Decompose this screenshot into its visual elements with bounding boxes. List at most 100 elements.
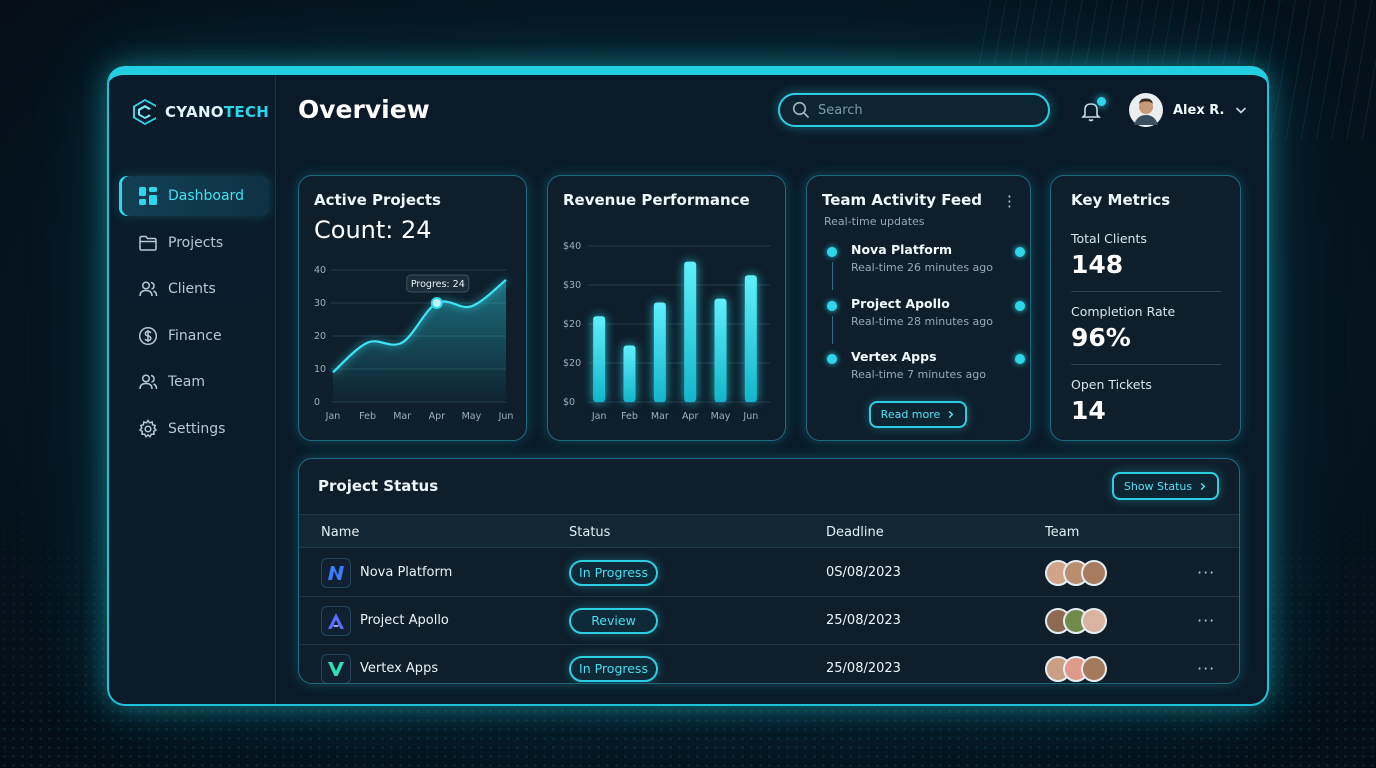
status-badge: In Progress (569, 559, 658, 586)
sidebar-item-label: Finance (168, 327, 222, 344)
activity-time: Real-time 28 minutes ago (851, 314, 994, 328)
app-name: CYANOTECH (165, 103, 270, 121)
chevron-right-icon (948, 410, 954, 419)
y-tick-label: 30 (314, 298, 326, 309)
y-tick-label: $20 (563, 358, 581, 369)
team-avatars (1045, 559, 1107, 586)
card-title: Project Status (318, 477, 439, 495)
gear-icon (138, 419, 158, 438)
notification-badge (1097, 97, 1106, 106)
project-logo (321, 557, 351, 588)
logo-icon (133, 99, 156, 125)
sidebar-item-settings[interactable]: Settings (119, 409, 269, 449)
x-tick-label: Mar (651, 411, 669, 422)
x-tick-label: Apr (429, 411, 446, 422)
logo[interactable]: CYANOTECH (131, 97, 269, 127)
bar (593, 316, 606, 402)
activity-item[interactable]: Project Apollo Real-time 28 minutes ago (825, 296, 1025, 350)
x-tick-label: Jun (498, 411, 514, 422)
search-bar[interactable] (778, 93, 1050, 127)
sidebar-item-label: Dashboard (168, 188, 244, 204)
sidebar-item-clients[interactable]: Clients (119, 269, 269, 309)
user-name: Alex R. (1173, 102, 1225, 118)
activity-item[interactable]: Vertex Apps Real-time 7 minutes ago (825, 349, 1025, 403)
area-fill (333, 279, 506, 402)
status-badge: Review (569, 607, 658, 634)
tooltip-label: Progres: 24 (411, 279, 465, 290)
sidebar-item-dashboard[interactable]: Dashboard (119, 176, 269, 216)
activity-item[interactable]: Nova Platform Real-time 26 minutes ago (825, 242, 1025, 296)
column-header-name[interactable]: Name (321, 525, 359, 540)
bar (623, 345, 636, 402)
more-options-icon[interactable]: ··· (1197, 597, 1215, 644)
card-title: Team Activity Feed (822, 191, 983, 209)
show-status-button[interactable]: Show Status (1112, 472, 1219, 500)
avatar (1081, 559, 1107, 586)
card-title: Key Metrics (1071, 191, 1171, 209)
chevron-right-icon (1200, 482, 1206, 490)
timeline-dot (827, 354, 837, 364)
more-options-icon[interactable]: ··· (1197, 549, 1215, 596)
vertex-logo-icon (328, 661, 344, 676)
table-row[interactable]: Vertex Apps In Progress 25/08/2023 ··· (299, 645, 1239, 683)
avatar (1129, 93, 1163, 127)
timeline-line (831, 315, 833, 344)
active-projects-card: Active Projects Count: 24 0 10 20 30 40 Jan Fe… (298, 175, 527, 441)
table-row[interactable]: Nova Platform In Progress 0S/08/2023 ··· (299, 549, 1239, 597)
nova-logo-icon (328, 565, 344, 580)
search-input[interactable] (818, 102, 1028, 118)
column-header-status[interactable]: Status (569, 525, 610, 540)
sidebar-nav: Dashboard Projects Clients Finance Team … (119, 176, 269, 456)
metric-label: Completion Rate (1071, 304, 1176, 319)
sidebar: CYANOTECH Dashboard Projects Clients Fin… (109, 75, 276, 704)
bar (744, 275, 757, 402)
bar (684, 261, 697, 402)
metric-value: 96% (1071, 323, 1131, 352)
bar (714, 298, 727, 402)
column-header-team[interactable]: Team (1045, 525, 1079, 540)
revenue-card: Revenue Performance $0 $20 $20 $30 $40 Jan Feb… (547, 175, 786, 441)
x-tick-label: Mar (393, 411, 411, 422)
metric-open-tickets: Open Tickets 14 (1071, 377, 1221, 425)
metric-completion-rate: Completion Rate 96% (1071, 304, 1221, 352)
x-tick-label: Feb (359, 411, 376, 422)
status-cell: Review (569, 597, 658, 644)
status-badge: In Progress (569, 655, 658, 682)
status-cell: In Progress (569, 549, 658, 596)
activity-name: Vertex Apps (851, 349, 937, 364)
user-menu[interactable]: Alex R. (1129, 93, 1248, 127)
search-icon (792, 101, 810, 119)
y-tick-label: 10 (314, 364, 326, 375)
timeline-dot (827, 247, 837, 257)
status-cell: In Progress (569, 645, 658, 683)
timeline-dot (827, 300, 837, 311)
activity-time: Real-time 7 minutes ago (851, 368, 987, 381)
app-window: CYANOTECH Dashboard Projects Clients Fin… (107, 66, 1269, 706)
x-tick-label: Jan (325, 411, 341, 422)
team-activity-card: Team Activity Feed Real-time updates · · ·… (806, 175, 1031, 441)
activity-name: Nova Platform (851, 242, 953, 257)
button-label: Read more (880, 408, 941, 421)
read-more-button[interactable]: Read more (869, 401, 967, 428)
main-content: Overview Alex R. Active Projects Count: … (276, 75, 1267, 704)
more-options-icon[interactable]: ··· (1197, 645, 1215, 683)
sidebar-item-projects[interactable]: Projects (119, 223, 269, 263)
deadline-cell: 0S/08/2023 (826, 565, 901, 580)
column-header-deadline[interactable]: Deadline (826, 525, 884, 540)
y-tick-label: 20 (314, 331, 326, 342)
apollo-logo-icon (328, 612, 344, 629)
team-cell (1045, 645, 1107, 683)
avatar (1081, 607, 1107, 634)
table-row[interactable]: Project Apollo Review 25/08/2023 ··· (299, 597, 1239, 645)
divider (1071, 364, 1221, 365)
chevron-down-icon[interactable] (1234, 103, 1248, 117)
project-logo (321, 653, 351, 683)
sidebar-item-team[interactable]: Team (119, 362, 269, 402)
status-dot (1015, 247, 1025, 257)
y-tick-label: $40 (563, 241, 581, 252)
project-name: Project Apollo (360, 613, 449, 628)
avatar (1081, 655, 1107, 682)
team-cell (1045, 597, 1107, 644)
sidebar-item-finance[interactable]: Finance (119, 316, 269, 356)
kebab-menu-icon[interactable]: · · · (1007, 189, 1012, 215)
